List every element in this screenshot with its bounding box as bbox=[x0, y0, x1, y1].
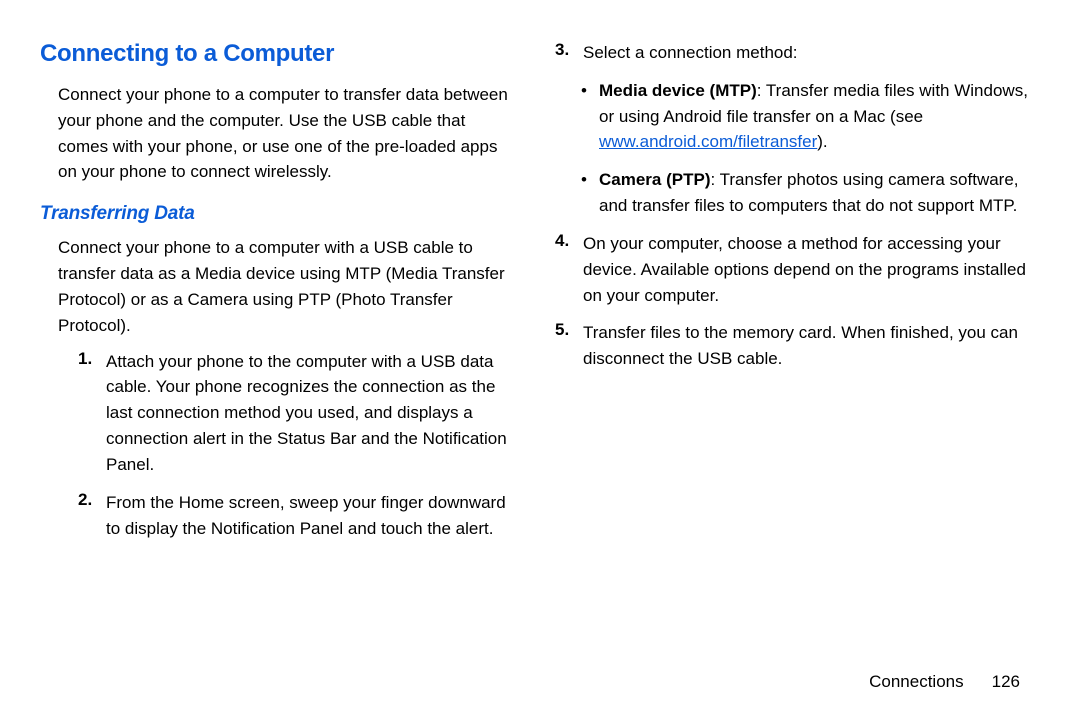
footer-page-number: 126 bbox=[992, 672, 1020, 691]
bullet-label: Media device (MTP) bbox=[599, 81, 757, 100]
step-text: On your computer, choose a method for ac… bbox=[583, 231, 1030, 308]
step-number: 2. bbox=[78, 490, 106, 542]
bullet-label: Camera (PTP) bbox=[599, 170, 710, 189]
step-text: Transfer files to the memory card. When … bbox=[583, 320, 1030, 372]
step-3: 3. Select a connection method: bbox=[555, 40, 1030, 66]
bullet-mark: • bbox=[581, 167, 599, 219]
sub-intro-text: Connect your phone to a computer with a … bbox=[40, 235, 515, 338]
page-content: Connecting to a Computer Connect your ph… bbox=[40, 40, 1030, 553]
bullet-ptp: • Camera (PTP): Transfer photos using ca… bbox=[555, 167, 1030, 219]
intro-text: Connect your phone to a computer to tran… bbox=[40, 82, 515, 185]
step-5: 5. Transfer files to the memory card. Wh… bbox=[555, 320, 1030, 372]
step-1: 1. Attach your phone to the computer wit… bbox=[40, 349, 515, 478]
step-2: 2. From the Home screen, sweep your fing… bbox=[40, 490, 515, 542]
step-number: 1. bbox=[78, 349, 106, 478]
filetransfer-link[interactable]: www.android.com/filetransfer bbox=[599, 132, 817, 151]
step-4: 4. On your computer, choose a method for… bbox=[555, 231, 1030, 308]
section-heading: Connecting to a Computer bbox=[40, 40, 515, 68]
step-number: 4. bbox=[555, 231, 583, 308]
step-text: From the Home screen, sweep your finger … bbox=[106, 490, 515, 542]
bullet-text: Camera (PTP): Transfer photos using came… bbox=[599, 167, 1030, 219]
step-text: Attach your phone to the computer with a… bbox=[106, 349, 515, 478]
bullet-text: Media device (MTP): Transfer media files… bbox=[599, 78, 1030, 155]
sub-heading: Transferring Data bbox=[40, 203, 515, 225]
bullet-segment-2: ). bbox=[817, 132, 827, 151]
footer-section-name: Connections bbox=[869, 672, 964, 691]
step-text: Select a connection method: bbox=[583, 40, 1030, 66]
step-number: 5. bbox=[555, 320, 583, 372]
left-column: Connecting to a Computer Connect your ph… bbox=[40, 40, 515, 553]
bullet-mtp: • Media device (MTP): Transfer media fil… bbox=[555, 78, 1030, 155]
bullet-mark: • bbox=[581, 78, 599, 155]
page-footer: Connections 126 bbox=[869, 672, 1020, 692]
step-number: 3. bbox=[555, 40, 583, 66]
right-column: 3. Select a connection method: • Media d… bbox=[555, 40, 1030, 553]
